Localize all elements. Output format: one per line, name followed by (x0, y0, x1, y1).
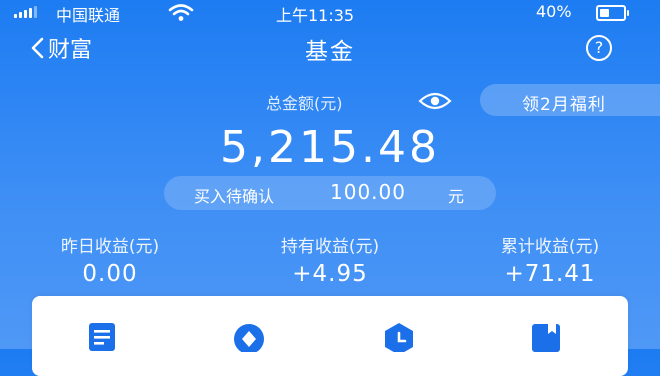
document-icon[interactable] (86, 322, 118, 352)
page-title: 基金 (305, 39, 355, 65)
pending-purchase-pill[interactable]: 买入待确认 100.00 元 (164, 176, 496, 210)
battery-percentage: 40% (536, 2, 572, 21)
stat-label: 昨日收益(元) (60, 237, 160, 257)
signal-bars-icon (14, 6, 37, 18)
stat-cumulative: 累计收益(元) +71.41 (440, 232, 660, 287)
stat-value: 0.00 (82, 261, 138, 287)
promo-banner[interactable]: 领2月福利 (480, 84, 660, 116)
status-bar: 中国联通 上午11:35 40% (0, 0, 660, 25)
total-amount-label: 总金额(元) (266, 94, 343, 113)
stat-label: 累计收益(元) (500, 237, 600, 257)
total-amount: 5,215.48 (220, 122, 440, 173)
bookmark-icon[interactable] (530, 322, 562, 352)
battery-icon (596, 5, 629, 21)
stat-value: +71.41 (504, 261, 596, 287)
pending-value: 100.00 (330, 180, 406, 204)
stat-holding: 持有收益(元) +4.95 (220, 232, 440, 287)
stat-yesterday: 昨日收益(元) 0.00 (0, 232, 220, 287)
stat-label: 持有收益(元) (280, 237, 380, 257)
carrier-name: 中国联通 (56, 6, 121, 25)
eye-icon[interactable] (418, 91, 452, 111)
question-circle-icon[interactable]: ? (586, 35, 612, 61)
clock-icon[interactable] (382, 322, 416, 352)
stat-value: +4.95 (292, 261, 368, 287)
menu-card (32, 296, 628, 376)
promo-label: 领2月福利 (522, 95, 606, 115)
pending-label: 买入待确认 (194, 187, 275, 206)
pending-unit: 元 (448, 187, 465, 206)
diamond-icon[interactable] (232, 322, 266, 352)
wifi-icon (168, 4, 194, 21)
status-time: 上午11:35 (276, 6, 355, 25)
